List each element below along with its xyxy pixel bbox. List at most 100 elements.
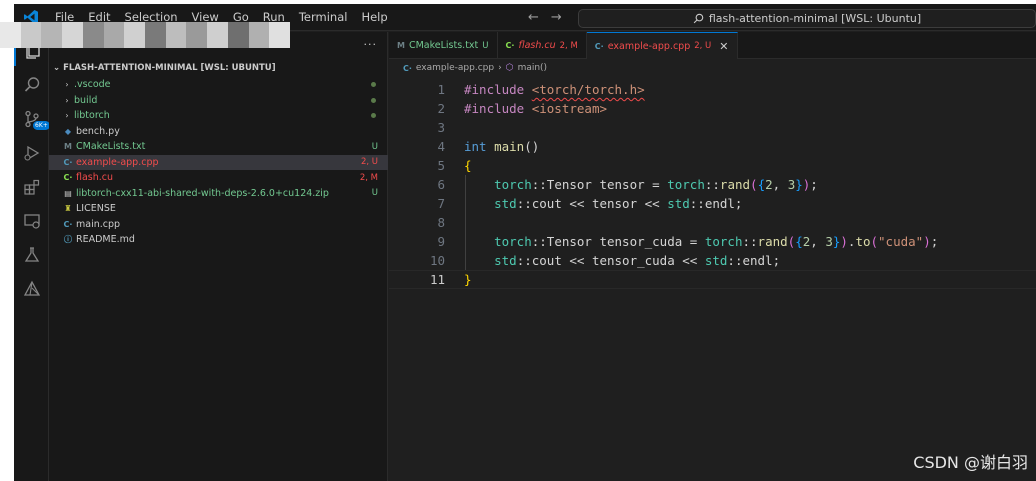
- code-token: ::endl;: [727, 253, 781, 268]
- file-type-icon: ▤: [64, 188, 72, 198]
- command-center-search[interactable]: flash-attention-minimal [WSL: Ubuntu]: [578, 9, 1036, 28]
- source-control-icon[interactable]: 6K+: [14, 104, 50, 134]
- tree-file[interactable]: C· example-app.cpp 2, U: [49, 154, 388, 170]
- code-token: to: [855, 234, 871, 249]
- root-folder-label: FLASH-ATTENTION-MINIMAL [WSL: UBUNTU]: [63, 63, 276, 73]
- line-number: 4: [437, 139, 445, 154]
- tree-item-label: README.md: [76, 234, 135, 246]
- code-token: <torch/torch.h>: [531, 82, 645, 97]
- code-token: rand: [719, 177, 751, 192]
- extensions-icon[interactable]: [14, 172, 49, 202]
- redacted-area: [0, 22, 291, 48]
- code-token: }: [795, 177, 803, 192]
- tree-file[interactable]: C· main.cpp: [49, 217, 388, 233]
- tree-file[interactable]: ▤ libtorch-cxx11-abi-shared-with-deps-2.6…: [49, 186, 388, 202]
- code-token: std: [494, 196, 517, 211]
- tab-status: U: [482, 40, 489, 51]
- chevron-right-icon: ›: [498, 63, 502, 73]
- code-token: std: [494, 253, 517, 268]
- code-text: torch::Tensor tensor = torch::rand({2, 3…: [464, 177, 818, 192]
- menu-terminal[interactable]: Terminal: [292, 4, 355, 31]
- code-token: ): [840, 234, 848, 249]
- code-token: torch: [494, 234, 532, 249]
- code-line[interactable]: 9 torch::Tensor tensor_cuda = torch::ran…: [389, 232, 1036, 251]
- tree-file[interactable]: C· flash.cu 2, M: [49, 170, 388, 186]
- code-token: 3: [825, 234, 833, 249]
- file-type-icon: M: [397, 41, 405, 50]
- code-line[interactable]: 5{: [389, 156, 1036, 175]
- line-number: 5: [437, 158, 445, 173]
- code-line[interactable]: 8: [389, 213, 1036, 232]
- code-line[interactable]: 6 torch::Tensor tensor = torch::rand({2,…: [389, 175, 1036, 194]
- editor-tab[interactable]: C· example-app.cpp 2, U ✕: [586, 32, 738, 59]
- code-token: main: [494, 139, 525, 154]
- tree-item-label: build: [74, 94, 98, 106]
- tab-status: 2, U: [694, 41, 712, 51]
- file-type-icon: C·: [63, 173, 73, 183]
- back-arrow-icon[interactable]: ←: [528, 10, 539, 25]
- tree-folder[interactable]: › libtorch: [49, 108, 388, 124]
- close-icon[interactable]: ✕: [719, 40, 728, 53]
- code-line[interactable]: 4 int main(): [389, 137, 1036, 156]
- code-token: ::cout << tensor_cuda <<: [516, 253, 705, 268]
- search-icon: [693, 13, 704, 24]
- code-token: int: [464, 139, 487, 154]
- code-token: 2: [765, 177, 773, 192]
- editor-tab[interactable]: M CMakeLists.txt U: [389, 32, 498, 59]
- code-line[interactable]: 3: [389, 118, 1036, 137]
- code-line[interactable]: 7 std::cout << tensor << std::endl;: [389, 194, 1036, 213]
- code-line[interactable]: 10 std::cout << tensor_cuda << std::endl…: [389, 251, 1036, 270]
- code-editor[interactable]: 1 #include <torch/torch.h> 2 #include <iost…: [389, 80, 1036, 289]
- code-line[interactable]: 2 #include <iostream>: [389, 99, 1036, 118]
- code-token: #include: [464, 101, 532, 116]
- file-type-icon: ◆: [64, 126, 72, 136]
- tree-item-label: .vscode: [74, 79, 111, 91]
- function-symbol-icon: ⬡: [505, 63, 514, 73]
- line-number: 8: [437, 215, 445, 230]
- breadcrumb-file[interactable]: example-app.cpp: [416, 63, 494, 73]
- code-token: ;: [930, 234, 939, 249]
- run-debug-icon[interactable]: [14, 138, 49, 168]
- tree-file[interactable]: ♜ LICENSE: [49, 201, 388, 217]
- code-token: ::Tensor tensor =: [531, 177, 668, 192]
- line-number: 7: [437, 196, 445, 211]
- tree-folder[interactable]: › build: [49, 93, 388, 109]
- explorer-root-folder[interactable]: ⌄ FLASH-ATTENTION-MINIMAL [WSL: UBUNTU]: [49, 60, 388, 76]
- search-sidebar-icon[interactable]: [14, 70, 49, 100]
- tree-file[interactable]: ◆ bench.py: [49, 124, 388, 140]
- cmake-icon[interactable]: [14, 274, 49, 304]
- code-token: ::endl;: [689, 196, 743, 211]
- code-token: (: [870, 234, 879, 249]
- more-actions-icon[interactable]: ···: [364, 38, 378, 51]
- testing-flask-icon[interactable]: [14, 240, 49, 270]
- code-token: {: [757, 177, 766, 192]
- tree-file[interactable]: ⓘ README.md: [49, 232, 388, 248]
- git-status-badge: 2, U: [360, 157, 378, 168]
- code-text: }: [464, 272, 472, 287]
- code-text: #include <iostream>: [464, 101, 607, 116]
- remote-explorer-icon[interactable]: [14, 206, 49, 236]
- code-text: std::cout << tensor << std::endl;: [464, 196, 742, 211]
- tab-status: 2, M: [559, 40, 578, 51]
- editor-tab[interactable]: C· flash.cu 2, M: [498, 32, 587, 59]
- tree-folder[interactable]: › .vscode: [49, 77, 388, 93]
- tree-file[interactable]: M CMakeLists.txt U: [49, 139, 388, 155]
- modified-dot-icon: [371, 97, 376, 103]
- forward-arrow-icon[interactable]: →: [551, 10, 562, 25]
- menu-help[interactable]: Help: [354, 4, 394, 31]
- code-line[interactable]: 11}: [389, 270, 1036, 289]
- file-type-icon: ♜: [64, 204, 72, 214]
- git-status-badge: U: [371, 188, 378, 199]
- code-token: {: [795, 234, 803, 249]
- breadcrumb-symbol[interactable]: main(): [518, 63, 548, 73]
- code-token: std: [667, 196, 690, 211]
- tree-item-label: example-app.cpp: [76, 156, 159, 168]
- code-line[interactable]: 1 #include <torch/torch.h>: [389, 80, 1036, 99]
- line-number: 2: [437, 101, 445, 116]
- file-type-icon: C·: [63, 219, 73, 229]
- editor-area: M CMakeLists.txt U C· flash.cu 2, M C· example-…: [389, 32, 1036, 481]
- tree-item-label: bench.py: [76, 125, 120, 137]
- line-number: 6: [437, 177, 445, 192]
